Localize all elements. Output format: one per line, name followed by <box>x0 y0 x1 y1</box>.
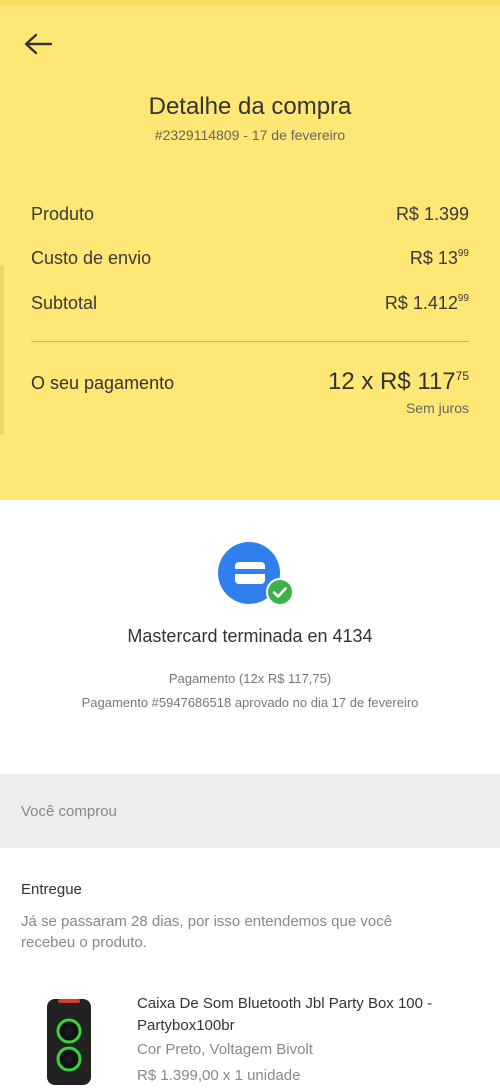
page-title: Detalhe da compra <box>148 93 352 120</box>
purchase-header: Detalhe da compra #2329114809 - 17 de fe… <box>0 0 500 500</box>
payment-approval: Pagamento #5947686518 aprovado no dia 17… <box>81 695 419 710</box>
order-number: #2329114809 - 17 de fevereiro <box>154 127 346 143</box>
summary-divider <box>31 341 469 342</box>
subtotal-label: Subtotal <box>31 293 98 313</box>
payment-label: O seu pagamento <box>31 373 175 393</box>
purchased-label: Você comprou <box>21 803 117 820</box>
product-variant: Cor Preto, Voltagem Bivolt <box>137 1041 313 1058</box>
shipping-row: Custo de envio R$ 1399 <box>31 248 469 269</box>
subtotal-amount-whole: R$ 1.412 <box>384 293 458 313</box>
shipping-amount-whole: R$ 13 <box>409 248 458 268</box>
side-handle <box>0 265 4 435</box>
check-icon <box>266 578 294 606</box>
shipping-amount: R$ 1399 <box>410 248 469 269</box>
subtotal-amount: R$ 1.41299 <box>385 293 469 314</box>
back-button[interactable] <box>20 28 56 60</box>
shipping-amount-cents: 99 <box>457 248 469 259</box>
shipping-label: Custo de envio <box>31 248 152 268</box>
product-title[interactable]: Caixa De Som Bluetooth Jbl Party Box 100… <box>137 993 467 1037</box>
payment-installments: Pagamento (12x R$ 117,75) <box>168 671 332 686</box>
card-shape <box>235 562 265 584</box>
payment-amount-whole: 12 x R$ 117 <box>328 368 456 395</box>
payment-amount: 12 x R$ 11775 <box>328 368 469 396</box>
check-mark-icon <box>272 587 287 598</box>
product-row: Produto R$ 1.399 <box>31 204 469 225</box>
purchased-section-header: Você comprou <box>0 774 500 848</box>
card-stripe <box>235 569 265 574</box>
arrow-left-icon <box>24 33 53 55</box>
product-amount: R$ 1.399 <box>395 204 469 224</box>
product-price: R$ 1.399,00 x 1 unidade <box>137 1067 301 1084</box>
product-label: Produto <box>31 204 95 224</box>
speaker-image <box>47 999 91 1085</box>
delivery-status: Entregue <box>21 881 82 898</box>
interest-note: Sem juros <box>405 400 469 416</box>
delivery-message: Já se passaram 28 dias, por isso entende… <box>21 913 393 951</box>
status-bar <box>0 0 500 6</box>
card-description: Mastercard terminada en 4134 <box>127 626 373 646</box>
subtotal-row: Subtotal R$ 1.41299 <box>31 293 469 314</box>
payment-amount-cents: 75 <box>455 369 469 383</box>
subtotal-amount-cents: 99 <box>457 293 469 304</box>
product-image[interactable] <box>38 995 100 1085</box>
